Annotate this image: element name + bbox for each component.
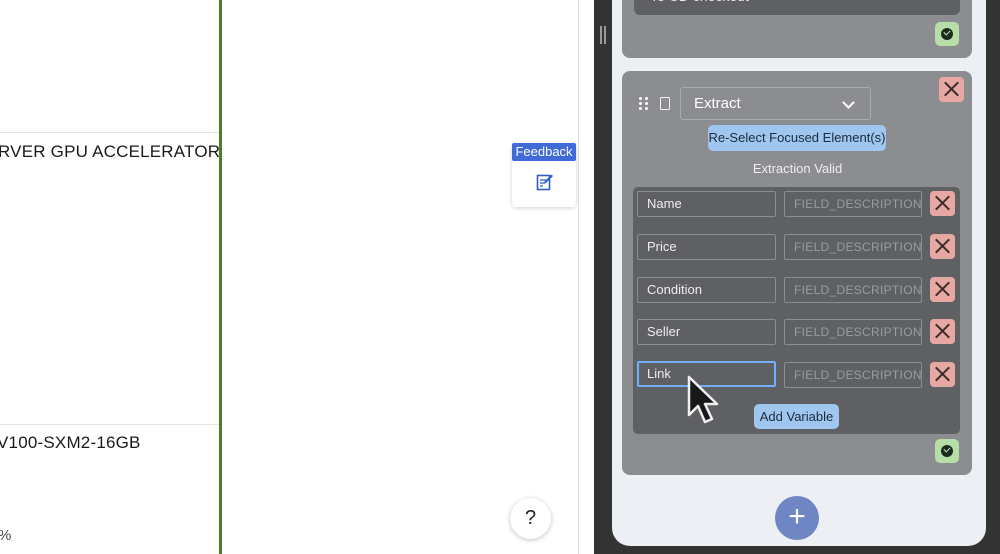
step-field[interactable]: To CD checkout [634, 0, 960, 15]
feedback-widget[interactable]: Feedback [512, 143, 576, 207]
field-description-input[interactable]: FIELD_DESCRIPTION [784, 319, 922, 345]
remove-step-button[interactable] [939, 77, 964, 102]
field-description-input[interactable]: FIELD_DESCRIPTION [784, 234, 922, 260]
field-name-input[interactable]: Seller [637, 319, 776, 345]
field-name-input[interactable]: Name [637, 191, 776, 217]
drag-handle-icon[interactable] [639, 97, 649, 111]
step-valid-check-icon [935, 439, 959, 463]
extraction-fields [633, 187, 960, 434]
step-valid-check-icon [935, 22, 959, 46]
help-button[interactable]: ? [510, 498, 551, 539]
field-name-input[interactable]: Price [637, 234, 776, 260]
feedback-label: Feedback [512, 143, 576, 161]
remove-field-button[interactable] [930, 234, 955, 259]
field-description-input[interactable]: FIELD_DESCRIPTION [784, 277, 922, 303]
field-description-input[interactable]: FIELD_DESCRIPTION [784, 191, 922, 217]
listing-divider [0, 132, 221, 133]
screen: RVER GPU ACCELERATOR V100-SXM2-16GB % Fe… [0, 0, 1000, 554]
panel-border [578, 0, 579, 554]
mouse-pointer-icon [687, 375, 719, 424]
resize-handle[interactable] [599, 26, 607, 44]
listing-divider [0, 424, 221, 425]
remove-field-button[interactable] [930, 362, 955, 387]
extraction-status: Extraction Valid [752, 161, 843, 176]
listing-item-percentage: % [0, 527, 12, 544]
remove-field-button[interactable] [930, 191, 955, 216]
remove-field-button[interactable] [930, 319, 955, 344]
column-divider [219, 0, 222, 554]
add-variable-button[interactable]: Add Variable [754, 404, 839, 429]
field-description-input[interactable]: FIELD_DESCRIPTION [784, 362, 922, 388]
edit-note-icon [536, 174, 553, 191]
listing-item-title[interactable]: RVER GPU ACCELERATOR [0, 142, 220, 162]
add-step-button[interactable]: + [775, 496, 819, 540]
product-listing: RVER GPU ACCELERATOR V100-SXM2-16GB % [0, 0, 221, 554]
document-icon [660, 97, 670, 110]
reselect-elements-button[interactable]: Re-Select Focused Element(s) [708, 125, 886, 151]
remove-field-button[interactable] [930, 277, 955, 302]
field-name-input[interactable]: Condition [637, 277, 776, 303]
listing-item-title[interactable]: V100-SXM2-16GB [0, 433, 141, 453]
